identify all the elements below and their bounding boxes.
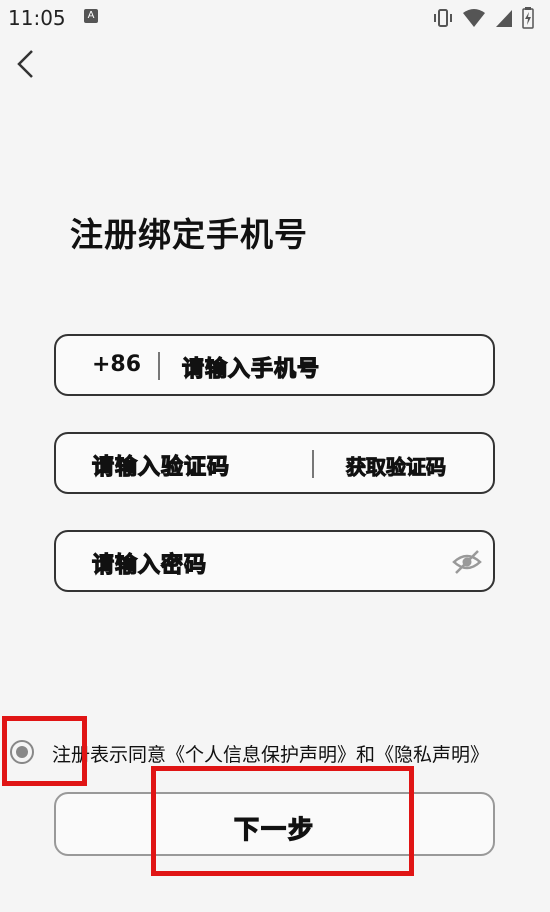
- agreement-text[interactable]: 注册表示同意《个人信息保护声明》和《隐私声明》: [52, 740, 489, 767]
- highlight-box-radio: [2, 716, 87, 786]
- phone-input[interactable]: 请输入手机号: [181, 351, 320, 383]
- phone-field[interactable]: +86 请输入手机号: [54, 334, 495, 396]
- signal-icon: [496, 10, 512, 27]
- wifi-icon: [463, 9, 485, 27]
- eye-off-icon[interactable]: [451, 548, 483, 576]
- get-code-button[interactable]: 获取验证码: [346, 451, 447, 480]
- status-time: 11:05: [8, 6, 66, 30]
- password-input[interactable]: 请输入密码: [91, 547, 207, 579]
- chevron-left-icon: [17, 50, 33, 78]
- status-icons: [432, 7, 534, 29]
- battery-icon: [522, 7, 534, 29]
- vibrate-icon: [434, 9, 452, 27]
- divider: [312, 450, 314, 478]
- status-bar: 11:05 A: [0, 0, 550, 36]
- verification-code-field[interactable]: 请输入验证码 获取验证码: [54, 432, 495, 494]
- code-input[interactable]: 请输入验证码: [91, 449, 230, 481]
- country-code[interactable]: +86: [92, 352, 141, 377]
- back-button[interactable]: [12, 46, 44, 82]
- divider: [158, 352, 160, 380]
- password-field[interactable]: 请输入密码: [54, 530, 495, 592]
- highlight-box-next: [151, 766, 414, 876]
- notification-icon: A: [84, 9, 98, 23]
- page-title: 注册绑定手机号: [70, 215, 308, 254]
